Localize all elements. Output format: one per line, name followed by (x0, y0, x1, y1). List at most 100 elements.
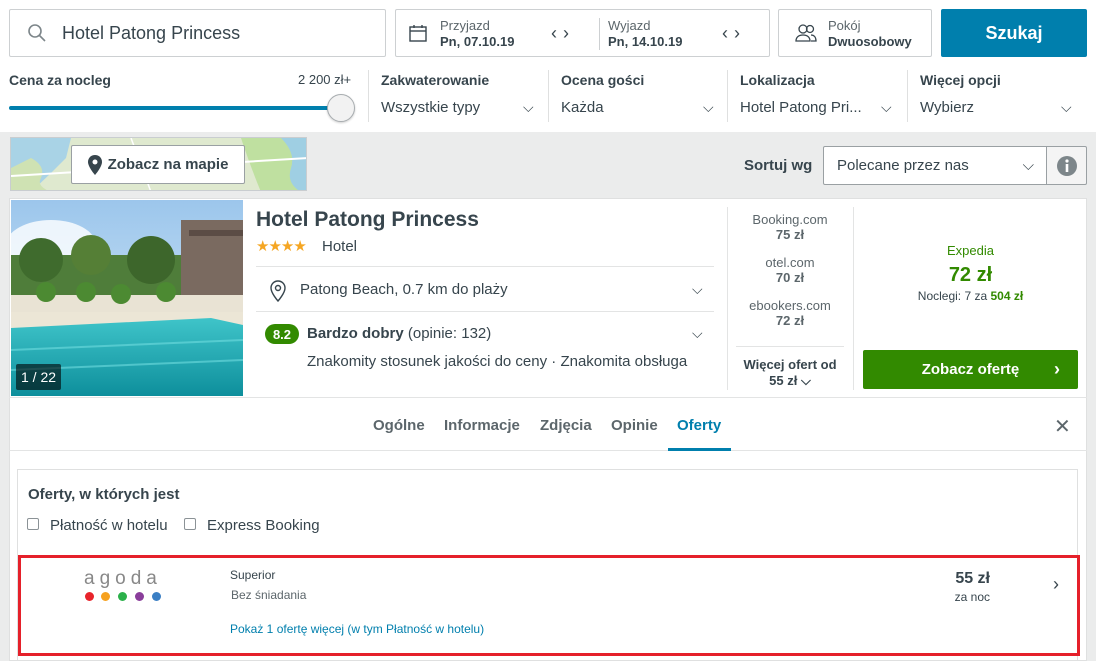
location-pin-icon (270, 280, 286, 302)
offer-room-type: Superior (230, 568, 276, 582)
tab-general[interactable]: Ogólne (373, 417, 425, 434)
more-offers-link[interactable]: Więcej ofert od 55 zł ⌵ (727, 357, 853, 389)
checkin-arrows[interactable]: ‹› (551, 23, 575, 44)
show-more-offers-link[interactable]: Pokaż 1 ofertę więcej (w tym Płatność w … (230, 622, 484, 636)
location-filter[interactable]: Lokalizacja Hotel Patong Pri... ⌵ (740, 72, 898, 122)
alt-offer-price: 75 zł (775, 227, 805, 242)
offers-title: Oferty, w których jest (28, 486, 180, 503)
filter-divider (727, 70, 728, 122)
accommodation-label: Zakwaterowanie (381, 72, 490, 88)
active-tab-indicator (668, 448, 731, 451)
logo-dot (101, 592, 110, 601)
price-slider-track[interactable] (9, 106, 339, 110)
checkin-field[interactable]: Przyjazd Pn, 07.10.19 (440, 18, 514, 50)
alt-offer-name: Booking.com (752, 212, 828, 227)
rating-summary[interactable]: Bardzo dobry (opinie: 132) (307, 325, 491, 342)
alt-offer-otel[interactable]: otel.com 70 zł (727, 255, 853, 285)
date-picker[interactable]: Przyjazd Pn, 07.10.19 ‹› Wyjazd Pn, 14.1… (395, 9, 770, 57)
offer-board: Bez śniadania (231, 588, 307, 602)
express-booking-checkbox[interactable] (184, 518, 196, 530)
tab-reviews[interactable]: Opinie (611, 417, 658, 434)
room-label: Pokój (828, 18, 861, 33)
checkout-arrows[interactable]: ‹› (722, 23, 746, 44)
chevron-left-icon[interactable]: ‹ (551, 23, 563, 43)
sort-select[interactable]: Polecane przez nas ⌵ (823, 146, 1047, 185)
rating-highlights: Znakomity stosunek jakości do ceny · Zna… (307, 353, 688, 370)
checkout-value: Pn, 14.10.19 (608, 34, 683, 49)
nights-prefix: Noclegi: 7 za (917, 289, 988, 303)
more-offers-line1: Więcej ofert od (743, 357, 837, 372)
close-icon[interactable]: ✕ (1054, 414, 1071, 439)
guests-icon (795, 24, 817, 42)
express-booking-label[interactable]: Express Booking (207, 517, 320, 534)
rating-filter-value: Każda (561, 99, 604, 116)
rating-count: (opinie: 132) (407, 325, 492, 342)
accommodation-filter[interactable]: Zakwaterowanie Wszystkie typy ⌵ (381, 72, 539, 122)
search-icon (28, 24, 46, 42)
show-on-map-label: Zobacz na mapie (107, 156, 229, 173)
price-slider-handle[interactable] (327, 94, 355, 122)
divider (256, 266, 714, 267)
chevron-down-icon: ⌵ (523, 99, 534, 115)
chevron-down-icon[interactable]: ⌵ (692, 281, 703, 298)
star-rating: ★★★★ (256, 238, 307, 255)
filter-divider (368, 70, 369, 122)
search-button[interactable]: Szukaj (941, 9, 1087, 57)
chevron-right-icon[interactable]: › (734, 23, 746, 43)
main-offer-price[interactable]: 72 zł (854, 264, 1087, 287)
nights-total: 504 zł (990, 289, 1024, 303)
rating-filter[interactable]: Ocena gości Każda ⌵ (561, 72, 719, 122)
checkout-label: Wyjazd (608, 18, 651, 33)
search-input[interactable]: Hotel Patong Princess (9, 9, 386, 57)
chevron-right-icon: › (1054, 359, 1060, 379)
offer-price: 55 zł (955, 570, 990, 587)
tab-information[interactable]: Informacje (444, 417, 520, 434)
pay-at-hotel-checkbox[interactable] (27, 518, 39, 530)
alt-offer-price: 70 zł (775, 270, 805, 285)
filter-divider (907, 70, 908, 122)
sort-label: Sortuj wg (744, 157, 813, 174)
chevron-down-icon: ⌵ (800, 373, 811, 388)
divider (256, 311, 714, 312)
chevron-down-icon: ⌵ (703, 99, 714, 115)
logo-dot (85, 592, 94, 601)
hotel-location[interactable]: Patong Beach, 0.7 km do plaży (300, 281, 508, 298)
chevron-right-icon[interactable]: › (563, 23, 575, 43)
sort-info-button[interactable] (1046, 146, 1087, 185)
alt-offer-name: otel.com (765, 255, 815, 270)
show-on-map-button[interactable]: Zobacz na mapie (71, 145, 245, 184)
alt-offer-ebookers[interactable]: ebookers.com 72 zł (727, 298, 853, 328)
search-query: Hotel Patong Princess (62, 23, 241, 43)
hotel-name[interactable]: Hotel Patong Princess (256, 208, 479, 232)
chevron-down-icon[interactable]: ⌵ (692, 325, 703, 342)
pay-at-hotel-label[interactable]: Płatność w hotelu (50, 517, 168, 534)
room-selector[interactable]: Pokój Dwuosobowy (778, 9, 932, 57)
checkout-field[interactable]: Wyjazd Pn, 14.10.19 (608, 18, 682, 50)
logo-dot (118, 592, 127, 601)
tab-photos[interactable]: Zdjęcia (540, 417, 592, 434)
tab-offers[interactable]: Oferty (677, 417, 721, 434)
chevron-down-icon: ⌵ (1022, 157, 1034, 174)
price-max-value: 2 200 zł+ (298, 72, 352, 87)
offer-row-agoda[interactable] (18, 555, 1080, 656)
rating-filter-label: Ocena gości (561, 72, 645, 88)
chevron-right-icon[interactable]: › (1053, 574, 1059, 595)
logo-dot (135, 592, 144, 601)
more-options-filter[interactable]: Więcej opcji Wybierz ⌵ (920, 72, 1078, 122)
sort-value: Polecane przez nas (837, 157, 969, 174)
agoda-logo: agoda (84, 568, 162, 589)
photo-counter[interactable]: 1 / 22 (16, 364, 61, 390)
more-options-value: Wybierz (920, 99, 975, 116)
calendar-icon (409, 25, 427, 42)
hotel-type: Hotel (322, 238, 358, 255)
view-offer-label: Zobacz ofertę (921, 361, 1020, 378)
divider (736, 346, 844, 347)
alt-offer-booking[interactable]: Booking.com 75 zł (727, 212, 853, 242)
rating-text: Bardzo dobry (307, 325, 404, 342)
main-offer-nights: Noclegi: 7 za 504 zł (854, 289, 1087, 303)
main-offer-provider[interactable]: Expedia (854, 243, 1087, 258)
map-pin-icon (87, 154, 102, 175)
info-icon (1057, 156, 1077, 176)
view-offer-button[interactable]: Zobacz ofertę › (863, 350, 1078, 389)
chevron-left-icon[interactable]: ‹ (722, 23, 734, 43)
